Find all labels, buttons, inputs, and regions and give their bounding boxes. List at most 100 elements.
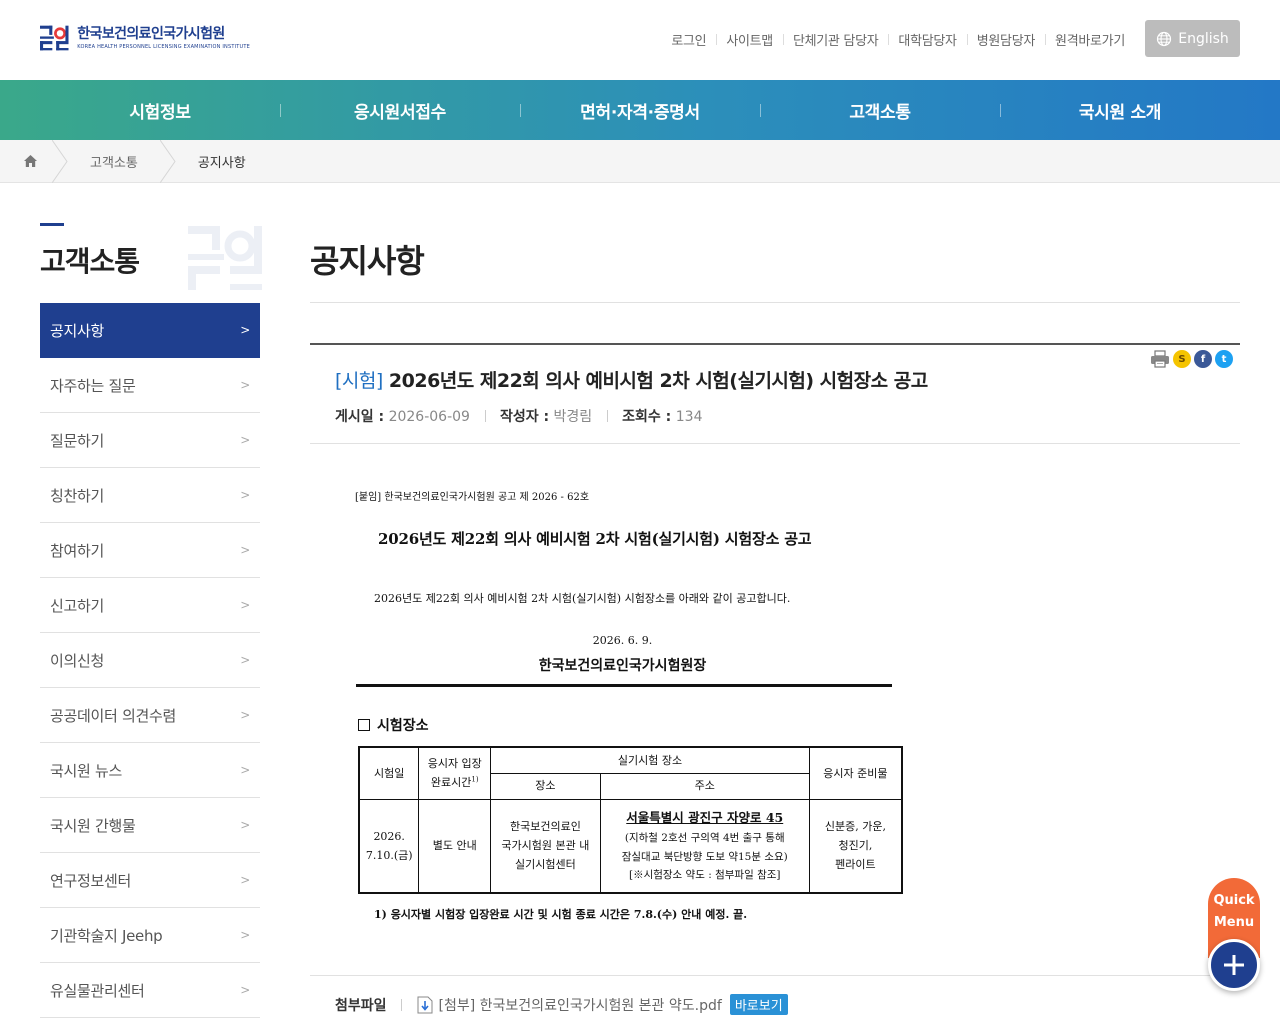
english-label: English bbox=[1178, 30, 1229, 47]
side-item-public-data[interactable]: 공공데이터 의견수렴 > bbox=[40, 688, 260, 743]
chevron-right-icon: > bbox=[240, 983, 250, 997]
chevron-right-icon: > bbox=[240, 378, 250, 392]
breadcrumb-notice[interactable]: 공지사항 bbox=[168, 140, 276, 183]
title-divider bbox=[310, 302, 1240, 303]
post-author: 작성자 : 박경림 bbox=[484, 406, 607, 426]
side-item-label: 국시원 뉴스 bbox=[50, 761, 122, 780]
attachment-file[interactable]: [첨부] 한국보건의료인국가시험원 본관 약도.pdf bbox=[417, 995, 722, 1015]
td-date: 2026. 7.10.(금) bbox=[358, 798, 420, 894]
chevron-right-icon: > bbox=[240, 543, 250, 557]
chevron-right-icon: > bbox=[240, 873, 250, 887]
th-addr: 주소 bbox=[599, 772, 810, 800]
lnb-accent-bar bbox=[40, 223, 64, 226]
side-item-label: 유실물관리센터 bbox=[50, 981, 145, 1000]
globe-icon bbox=[1157, 31, 1172, 46]
facebook-icon[interactable]: f bbox=[1194, 350, 1212, 368]
side-menu: 공지사항 > 자주하는 질문 > 질문하기 > 칭찬하기 > 참여하기 > 신고하기 > 이… bbox=[40, 303, 260, 1018]
chevron-right-icon: > bbox=[240, 433, 250, 447]
side-item-participate[interactable]: 참여하기 > bbox=[40, 523, 260, 578]
site-logo[interactable]: 한국보건의료인국가시험원 KOREA HEALTH PERSONNEL LICE… bbox=[40, 20, 250, 56]
quick-menu[interactable]: Quick Menu bbox=[1208, 878, 1260, 991]
download-icon bbox=[417, 996, 433, 1013]
chevron-right-icon: > bbox=[240, 928, 250, 942]
chevron-right-icon: > bbox=[240, 818, 250, 832]
side-item-label: 이의신청 bbox=[50, 651, 105, 670]
side-item-faq[interactable]: 자주하는 질문 > bbox=[40, 358, 260, 413]
th-entry: 응시자 입장 완료시간1) bbox=[418, 746, 492, 800]
quick-menu-button[interactable] bbox=[1208, 939, 1260, 991]
breadcrumb-notice-label: 공지사항 bbox=[197, 155, 246, 171]
side-item-lost-found[interactable]: 유실물관리센터 > bbox=[40, 963, 260, 1018]
side-item-label: 연구정보센터 bbox=[50, 871, 132, 890]
nav-customer[interactable]: 고객소통 bbox=[760, 80, 1000, 140]
notice-body: 2026년도 제22회 의사 예비시험 2차 시험(실기시험) 시험장소를 아래… bbox=[374, 592, 791, 605]
plus-icon bbox=[1224, 955, 1244, 975]
td-entry: 별도 안내 bbox=[418, 798, 492, 894]
side-item-question[interactable]: 질문하기 > bbox=[40, 413, 260, 468]
english-button[interactable]: English bbox=[1145, 20, 1240, 57]
notice-section: 시험장소 bbox=[358, 715, 429, 735]
breadcrumb-home[interactable] bbox=[0, 139, 68, 183]
notice-org: 한국보건의료인국가시험원장 bbox=[538, 658, 707, 674]
utility-links: 로그인 사이트맵 단체기관 담당자 대학담당자 병원담당자 원격바로가기 bbox=[661, 29, 1135, 49]
twitter-icon[interactable]: t bbox=[1215, 350, 1233, 368]
attachment-row: 첨부파일 [첨부] 한국보건의료인국가시험원 본관 약도.pdf 바로보기 bbox=[335, 994, 788, 1015]
side-item-label: 질문하기 bbox=[50, 431, 105, 450]
post-meta: 게시일 : 2026-06-09 작성자 : 박경림 조회수 : 134 bbox=[335, 406, 717, 426]
checkbox-square-icon bbox=[358, 719, 370, 731]
side-item-label: 자주하는 질문 bbox=[50, 376, 136, 395]
page-title: 공지사항 bbox=[310, 242, 425, 280]
logo-watermark-icon bbox=[188, 226, 262, 290]
side-item-journal[interactable]: 기관학술지 Jeehp > bbox=[40, 908, 260, 963]
td-prep: 신분증, 가운, 청진기, 펜라이트 bbox=[808, 798, 903, 894]
post-title-text: 2026년도 제22회 의사 예비시험 2차 시험(실기시험) 시험장소 공고 bbox=[388, 370, 928, 392]
side-item-label: 신고하기 bbox=[50, 596, 105, 615]
nav-license[interactable]: 면허·자격·증명서 bbox=[520, 80, 760, 140]
logo-name-en: KOREA HEALTH PERSONNEL LICENSING EXAMINA… bbox=[77, 44, 250, 50]
th-venue: 실기시험 장소 bbox=[490, 746, 810, 774]
chevron-right-icon: > bbox=[240, 653, 250, 667]
chevron-right-icon: > bbox=[240, 708, 250, 722]
side-item-report[interactable]: 신고하기 > bbox=[40, 578, 260, 633]
sitemap-link[interactable]: 사이트맵 bbox=[716, 30, 783, 49]
notice-rule bbox=[356, 684, 892, 687]
th-place: 장소 bbox=[490, 772, 601, 800]
side-item-label: 칭찬하기 bbox=[50, 486, 105, 505]
notice-section-title: 시험장소 bbox=[377, 718, 429, 734]
logo-mark-icon bbox=[40, 25, 69, 51]
th-date: 시험일 bbox=[358, 746, 420, 800]
logo-name-kr: 한국보건의료인국가시험원 bbox=[77, 26, 225, 42]
side-item-praise[interactable]: 칭찬하기 > bbox=[40, 468, 260, 523]
share-tools: S f t bbox=[1150, 350, 1233, 368]
attachment-label: 첨부파일 bbox=[335, 995, 402, 1015]
post-title: [시험] 2026년도 제22회 의사 예비시험 2차 시험(실기시험) 시험장… bbox=[335, 366, 928, 393]
attachment-filename: [첨부] 한국보건의료인국가시험원 본관 약도.pdf bbox=[438, 997, 722, 1014]
notice-ref: [붙임] 한국보건의료인국가시험원 공고 제 2026 - 62호 bbox=[355, 492, 590, 503]
header: 한국보건의료인국가시험원 KOREA HEALTH PERSONNEL LICE… bbox=[0, 0, 1280, 80]
main-nav: 시험정보 응시원서접수 면허·자격·증명서 고객소통 국시원 소개 bbox=[0, 80, 1280, 140]
kakaostory-icon[interactable]: S bbox=[1173, 350, 1191, 368]
org-manager-link[interactable]: 단체기관 담당자 bbox=[782, 30, 888, 49]
attachment-view-button[interactable]: 바로보기 bbox=[729, 994, 788, 1015]
breadcrumb-customer[interactable]: 고객소통 bbox=[60, 139, 176, 183]
side-item-publications[interactable]: 국시원 간행물 > bbox=[40, 798, 260, 853]
notice-date: 2026. 6. 9. bbox=[592, 634, 653, 647]
post-date: 게시일 : 2026-06-09 bbox=[335, 409, 470, 425]
notice-document: [붙임] 한국보건의료인국가시험원 공고 제 2026 - 62호 2026년도… bbox=[350, 480, 910, 930]
remote-support-link[interactable]: 원격바로가기 bbox=[1045, 30, 1135, 49]
nav-about[interactable]: 국시원 소개 bbox=[1000, 80, 1240, 140]
login-link[interactable]: 로그인 bbox=[661, 30, 716, 49]
side-item-objection[interactable]: 이의신청 > bbox=[40, 633, 260, 688]
side-item-news[interactable]: 국시원 뉴스 > bbox=[40, 743, 260, 798]
side-item-notice[interactable]: 공지사항 > bbox=[40, 303, 260, 358]
university-manager-link[interactable]: 대학담당자 bbox=[888, 30, 966, 49]
print-icon[interactable] bbox=[1150, 350, 1170, 368]
td-addr: 서울특별시 광진구 자양로 45 (지하철 2호선 구의역 4번 출구 통해 잠실대… bbox=[599, 798, 810, 894]
hospital-manager-link[interactable]: 병원담당자 bbox=[966, 30, 1045, 49]
attachment-divider bbox=[310, 975, 1240, 976]
side-item-research[interactable]: 연구정보센터 > bbox=[40, 853, 260, 908]
post-views: 조회수 : 134 bbox=[607, 406, 717, 426]
breadcrumb: 고객소통 공지사항 bbox=[0, 139, 1280, 183]
nav-exam-info[interactable]: 시험정보 bbox=[40, 80, 280, 140]
nav-application[interactable]: 응시원서접수 bbox=[280, 80, 520, 140]
